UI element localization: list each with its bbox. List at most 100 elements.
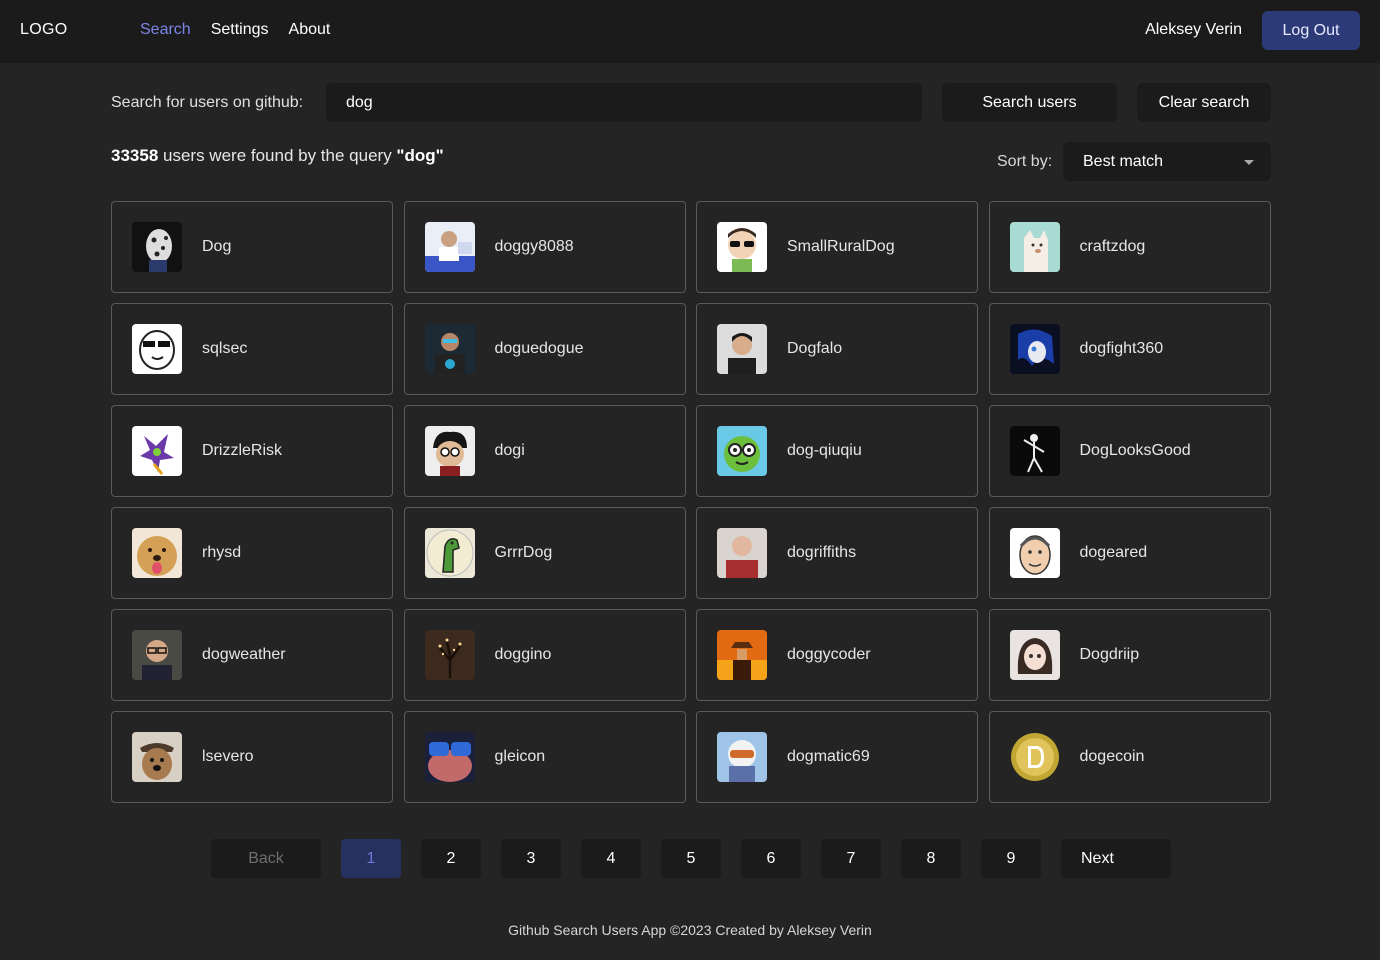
user-card[interactable]: Dog: [111, 201, 393, 293]
page-button-5[interactable]: 5: [661, 839, 721, 878]
user-card[interactable]: craftzdog: [988, 201, 1271, 293]
page-button-2[interactable]: 2: [421, 839, 481, 878]
results-count: 33358: [111, 146, 159, 165]
user-card[interactable]: dogriffiths: [696, 507, 978, 599]
page-button-7[interactable]: 7: [821, 839, 881, 878]
avatar: [132, 324, 182, 374]
user-card[interactable]: dog-qiuqiu: [696, 405, 978, 497]
user-login: dogmatic69: [787, 748, 870, 765]
blue-hair-anime-avatar-image: [1009, 324, 1060, 374]
avatar: [132, 426, 182, 476]
green-lizard-avatar-image: [424, 528, 475, 578]
results-query: "dog": [396, 146, 444, 165]
user-grid: Dog doggy8088 SmallRuralDog craftzdog sqlsec…: [111, 201, 1271, 803]
golden-dog-avatar-image: [132, 528, 182, 578]
user-login: sqlsec: [202, 340, 248, 357]
avatar: [1009, 222, 1060, 272]
avatar: [1009, 630, 1060, 680]
user-login: dogeared: [1079, 544, 1148, 561]
user-login: lsevero: [202, 748, 254, 765]
avatar: [424, 324, 475, 374]
page-button-8[interactable]: 8: [901, 839, 961, 878]
user-card[interactable]: DogLooksGood: [988, 405, 1271, 497]
user-card[interactable]: sqlsec: [111, 303, 393, 395]
nav-about[interactable]: About: [289, 21, 331, 39]
pagination-next-button[interactable]: Next: [1061, 839, 1171, 878]
avatar: [424, 630, 475, 680]
user-card[interactable]: GrrrDog: [403, 507, 686, 599]
user-card[interactable]: doggy8088: [403, 201, 686, 293]
user-card[interactable]: gleicon: [403, 711, 686, 803]
avatar: [717, 528, 767, 578]
sort-selected-value: Best match: [1083, 153, 1164, 170]
pagination: Back 1 2 3 4 5 6 7 8 9 Next: [0, 839, 1380, 878]
chevron-down-icon: [1244, 160, 1254, 165]
search-input[interactable]: [326, 83, 922, 122]
logout-button[interactable]: Log Out: [1262, 11, 1360, 50]
search-users-button[interactable]: Search users: [942, 83, 1117, 122]
avatar: [717, 222, 767, 272]
avatar: [132, 732, 182, 782]
user-login: dogecoin: [1079, 748, 1145, 765]
man-selfie-avatar-image: [424, 324, 475, 374]
user-card[interactable]: dogeared: [988, 507, 1271, 599]
user-card[interactable]: Dogdriip: [988, 609, 1271, 701]
user-card[interactable]: Dogfalo: [696, 303, 978, 395]
user-card[interactable]: dogweather: [111, 609, 393, 701]
avatar: [1009, 528, 1060, 578]
user-login: gleicon: [494, 748, 546, 765]
sort-select[interactable]: Best match: [1063, 142, 1271, 181]
user-card[interactable]: dogi: [403, 405, 686, 497]
page-button-9[interactable]: 9: [981, 839, 1041, 878]
user-login: dogi: [494, 442, 525, 459]
footer-text: Github Search Users App ©2023 Created by…: [508, 922, 872, 938]
user-login: DogLooksGood: [1079, 442, 1191, 459]
search-label: Search for users on github:: [111, 94, 304, 111]
logo[interactable]: LOGO: [20, 21, 67, 39]
dalmatian-avatar-image: [132, 222, 182, 272]
avatar: [717, 426, 767, 476]
drawn-face-avatar-image: [1009, 528, 1060, 578]
pagination-back-button[interactable]: Back: [211, 839, 321, 878]
user-login: DrizzleRisk: [202, 442, 282, 459]
user-card[interactable]: doggino: [403, 609, 686, 701]
user-card[interactable]: SmallRuralDog: [696, 201, 978, 293]
green-frog-cartoon-avatar-image: [717, 426, 767, 476]
clear-search-button[interactable]: Clear search: [1137, 83, 1271, 122]
sketch-figure-avatar-image: [1009, 426, 1060, 476]
dog-hat-avatar-image: [132, 732, 182, 782]
page-button-1[interactable]: 1: [341, 839, 401, 878]
avatar: [717, 732, 767, 782]
user-card[interactable]: DrizzleRisk: [111, 405, 393, 497]
tree-lights-avatar-image: [424, 630, 475, 680]
nav-settings[interactable]: Settings: [211, 21, 269, 39]
avatar: [424, 732, 475, 782]
page-button-3[interactable]: 3: [501, 839, 561, 878]
user-card[interactable]: dogmatic69: [696, 711, 978, 803]
avatar: [424, 528, 475, 578]
user-login: Dogfalo: [787, 340, 843, 357]
user-card[interactable]: lsevero: [111, 711, 393, 803]
main-nav: Search Settings About: [140, 21, 330, 39]
user-card[interactable]: doguedogue: [403, 303, 686, 395]
user-login: Dog: [202, 238, 232, 255]
top-navbar: LOGO Search Settings About Aleksey Verin…: [0, 0, 1380, 63]
cartoon-sunglasses-avatar-image: [717, 222, 767, 272]
man-red-shirt-avatar-image: [717, 528, 767, 578]
man-glasses-avatar-image: [132, 630, 182, 680]
user-login: dogriffiths: [787, 544, 857, 561]
user-card[interactable]: doggycoder: [696, 609, 978, 701]
user-login: SmallRuralDog: [787, 238, 895, 255]
user-login: dogfight360: [1079, 340, 1164, 357]
sort-label: Sort by:: [997, 153, 1053, 170]
user-card[interactable]: dogfight360: [988, 303, 1271, 395]
avatar: [424, 426, 475, 476]
user-login: rhysd: [202, 544, 242, 561]
page-button-4[interactable]: 4: [581, 839, 641, 878]
nav-search[interactable]: Search: [140, 21, 191, 39]
avatar: [424, 222, 475, 272]
user-card[interactable]: rhysd: [111, 507, 393, 599]
page-button-6[interactable]: 6: [741, 839, 801, 878]
user-card[interactable]: dogecoin: [988, 711, 1271, 803]
avatar: [1009, 426, 1060, 476]
